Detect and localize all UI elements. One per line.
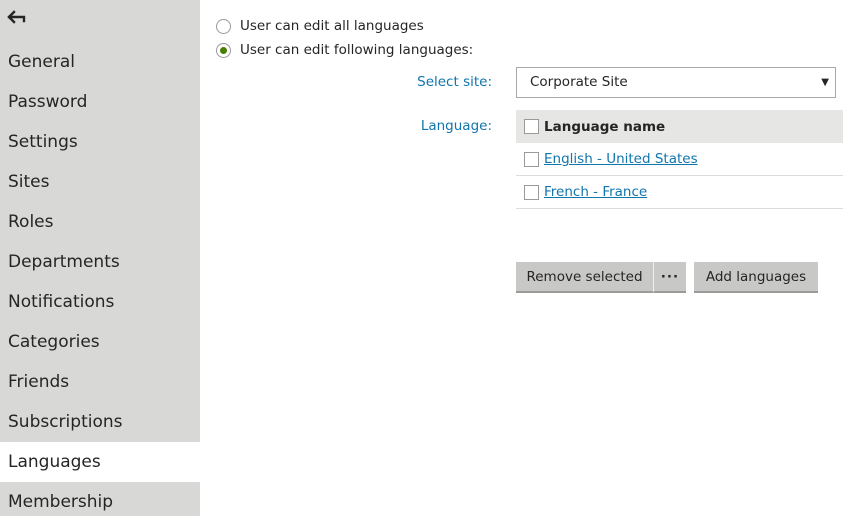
sidebar-item-departments[interactable]: Departments <box>0 242 200 282</box>
radio-all-languages-label: User can edit all languages <box>240 18 424 34</box>
sidebar-item-password[interactable]: Password <box>0 82 200 122</box>
language-link[interactable]: French - France <box>544 184 647 200</box>
sidebar: General Password Settings Sites Roles De… <box>0 0 200 516</box>
radio-following-languages[interactable]: User can edit following languages: <box>216 40 473 60</box>
radio-following-languages-label: User can edit following languages: <box>240 42 474 58</box>
sidebar-item-categories[interactable]: Categories <box>0 322 200 362</box>
column-header-language-name: Language name <box>544 118 666 135</box>
radio-button-checked[interactable] <box>216 42 231 58</box>
chevron-down-icon: ▼ <box>821 77 829 88</box>
row-checkbox[interactable] <box>524 184 539 200</box>
sidebar-item-subscriptions[interactable]: Subscriptions <box>0 402 200 442</box>
radio-button[interactable] <box>216 18 231 34</box>
row-checkbox[interactable] <box>524 151 539 167</box>
sidebar-item-settings[interactable]: Settings <box>0 122 200 162</box>
language-label: Language: <box>420 118 492 134</box>
sidebar-item-general[interactable]: General <box>0 42 200 82</box>
sidebar-item-membership[interactable]: Membership <box>0 482 200 516</box>
sidebar-item-notifications[interactable]: Notifications <box>0 282 200 322</box>
remove-selected-button[interactable]: Remove selected <box>516 262 654 293</box>
sidebar-nav: General Password Settings Sites Roles De… <box>0 42 200 516</box>
more-actions-button[interactable]: ··· <box>654 262 686 293</box>
grid-header: Language name <box>516 110 843 143</box>
sidebar-item-friends[interactable]: Friends <box>0 362 200 402</box>
back-arrow-icon[interactable] <box>5 7 33 29</box>
sidebar-item-languages[interactable]: Languages <box>0 442 200 482</box>
sidebar-item-roles[interactable]: Roles <box>0 202 200 242</box>
radio-all-languages[interactable]: User can edit all languages <box>216 16 424 36</box>
table-row: French - France <box>516 176 843 209</box>
select-all-checkbox[interactable] <box>524 119 539 134</box>
language-link[interactable]: English - United States <box>544 151 698 167</box>
language-grid: Language name English - United States Fr… <box>516 110 843 209</box>
site-select-value: Corporate Site <box>530 74 628 90</box>
site-select[interactable]: Corporate Site ▼ <box>516 67 836 98</box>
sidebar-item-sites[interactable]: Sites <box>0 162 200 202</box>
add-languages-button[interactable]: Add languages <box>694 262 818 293</box>
main-content: User can edit all languages User can edi… <box>200 0 843 516</box>
select-site-label: Select site: <box>417 74 492 90</box>
table-row: English - United States <box>516 143 843 176</box>
